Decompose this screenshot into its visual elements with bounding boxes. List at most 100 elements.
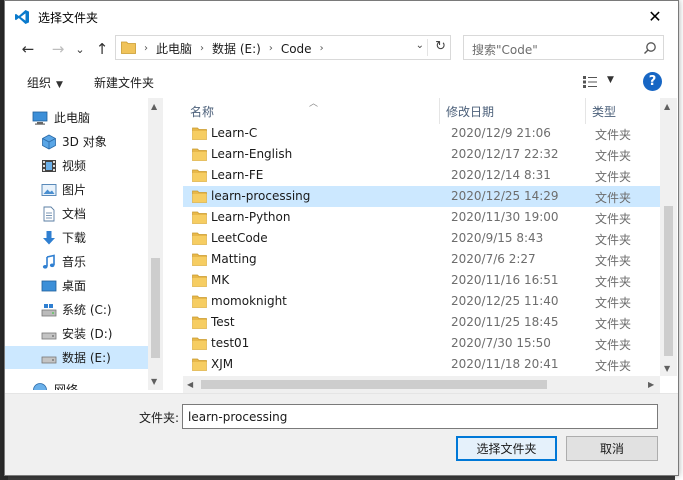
command-bar: 组织 ▼ 新建文件夹 ▼ ? [5, 67, 678, 97]
up-arrow-icon: ↑ [95, 40, 109, 58]
file-modified-date: 2020/11/25 18:45 [451, 315, 559, 329]
file-modified-date: 2020/12/14 8:31 [451, 168, 551, 182]
file-row[interactable]: Test 2020/11/25 18:45 文件夹 [183, 312, 661, 333]
folder-icon [192, 316, 207, 329]
breadcrumb-separator-icon: › [144, 43, 148, 54]
back-button[interactable]: ← [17, 38, 39, 60]
sidebar-item-this-pc[interactable]: 此电脑 [5, 106, 148, 129]
download-icon [43, 230, 55, 244]
file-name: momoknight [211, 294, 287, 308]
sidebar-item-label: 3D 对象 [62, 135, 107, 149]
file-list-horizontal-scrollbar[interactable]: ◀ ▶ [183, 376, 660, 393]
scroll-left-icon[interactable]: ◀ [187, 380, 193, 389]
file-row[interactable]: Learn-Python 2020/11/30 19:00 文件夹 [183, 207, 661, 228]
help-icon[interactable]: ? [643, 72, 662, 91]
file-row[interactable]: Learn-FE 2020/12/14 8:31 文件夹 [183, 165, 661, 186]
up-button[interactable]: ↑ [91, 38, 113, 60]
organize-button[interactable]: 组织 ▼ [27, 74, 63, 91]
file-list: ︿ 名称 修改日期 类型 Learn-C 2020/12/9 21:06 文件夹 Le… [183, 98, 663, 393]
scroll-right-icon[interactable]: ▶ [648, 380, 654, 389]
file-modified-date: 2020/12/17 22:32 [451, 147, 559, 161]
file-row[interactable]: XJM 2020/11/18 20:41 文件夹 [183, 354, 661, 375]
folder-icon [192, 169, 207, 182]
search-box[interactable]: 搜索"Code" [463, 35, 664, 60]
video-icon [42, 159, 56, 172]
file-name: MK [211, 273, 230, 287]
column-divider[interactable] [439, 98, 440, 124]
forward-button[interactable]: → [47, 38, 69, 60]
address-history-icon[interactable]: ⌄ [416, 40, 424, 51]
organize-label: 组织 [27, 76, 52, 90]
address-divider [427, 39, 428, 56]
sidebar-scroll-thumb[interactable] [151, 258, 160, 358]
file-row[interactable]: learn-processing 2020/12/25 14:29 文件夹 [183, 186, 661, 207]
folder-icon [192, 148, 207, 161]
sidebar-item-documents[interactable]: 文档 [5, 202, 148, 225]
breadcrumb-drive-e[interactable]: 数据 (E:) [212, 40, 261, 57]
sidebar-item-drive-d[interactable]: 安装 (D:) [5, 322, 148, 345]
file-name: Learn-English [211, 147, 293, 161]
new-folder-label: 新建文件夹 [94, 76, 155, 90]
file-row[interactable]: Matting 2020/7/6 2:27 文件夹 [183, 249, 661, 270]
file-row[interactable]: test01 2020/7/30 15:50 文件夹 [183, 333, 661, 354]
cancel-button[interactable]: 取消 [566, 436, 658, 461]
sidebar-item-label: 系统 (C:) [62, 303, 112, 317]
file-modified-date: 2020/7/30 15:50 [451, 336, 551, 350]
folder-icon [192, 358, 207, 371]
file-row[interactable]: Learn-C 2020/12/9 21:06 文件夹 [183, 123, 661, 144]
close-button[interactable]: ✕ [632, 1, 678, 32]
sidebar-item-network[interactable]: 网络 [5, 378, 148, 390]
breadcrumb-code[interactable]: Code [281, 42, 312, 56]
sidebar-item-music[interactable]: 音乐 [5, 250, 148, 273]
scroll-up-icon[interactable]: ▲ [664, 102, 670, 111]
address-bar[interactable]: › 此电脑 › 数据 (E:) › Code › ⌄ ↻ [115, 35, 451, 60]
file-type: 文件夹 [595, 128, 632, 142]
file-name: test01 [211, 336, 250, 350]
scroll-up-icon[interactable]: ▲ [151, 102, 157, 111]
horizontal-scroll-thumb[interactable] [201, 380, 547, 389]
network-icon [33, 382, 47, 390]
refresh-icon[interactable]: ↻ [435, 39, 446, 54]
view-options-icon[interactable] [582, 75, 598, 89]
sidebar-item-pictures[interactable]: 图片 [5, 178, 148, 201]
column-header-name[interactable]: 名称 [190, 98, 214, 124]
file-row[interactable]: LeetCode 2020/9/15 8:43 文件夹 [183, 228, 661, 249]
navigation-pane: 此电脑 3D 对象 视频 图片 文档 下载 音乐 桌面 系统 (C:) 安装 (… [5, 98, 163, 390]
file-row[interactable]: MK 2020/11/16 16:51 文件夹 [183, 270, 661, 291]
desktop-icon [41, 280, 57, 291]
view-caret-icon[interactable]: ▼ [607, 75, 614, 85]
column-header-modified[interactable]: 修改日期 [446, 98, 494, 124]
select-folder-button[interactable]: 选择文件夹 [456, 436, 557, 461]
documents-icon [43, 206, 55, 221]
sidebar-item-drive-c[interactable]: 系统 (C:) [5, 298, 148, 321]
breadcrumb-this-pc[interactable]: 此电脑 [156, 40, 192, 57]
folder-icon [192, 190, 207, 203]
sidebar-scrollbar[interactable]: ▲ ▼ [148, 98, 163, 390]
sidebar-item-3d-objects[interactable]: 3D 对象 [5, 130, 148, 153]
sidebar-item-downloads[interactable]: 下载 [5, 226, 148, 249]
sidebar-item-desktop[interactable]: 桌面 [5, 274, 148, 297]
scroll-down-icon[interactable]: ▼ [151, 377, 157, 386]
scroll-down-icon[interactable]: ▼ [664, 364, 670, 373]
file-modified-date: 2020/12/25 14:29 [451, 189, 559, 203]
file-row[interactable]: momoknight 2020/12/25 11:40 文件夹 [183, 291, 661, 312]
file-row[interactable]: Learn-English 2020/12/17 22:32 文件夹 [183, 144, 661, 165]
recent-locations-button[interactable]: ⌄ [69, 38, 91, 60]
file-list-vertical-scrollbar[interactable]: ▲ ▼ [660, 98, 677, 376]
column-header-type[interactable]: 类型 [592, 98, 616, 124]
sidebar-item-label: 文档 [62, 207, 87, 221]
file-type: 文件夹 [595, 296, 632, 310]
sidebar-item-label: 此电脑 [54, 111, 91, 125]
vertical-scroll-thumb[interactable] [664, 206, 673, 356]
file-name: XJM [211, 357, 234, 371]
navigation-bar: ← → ⌄ ↑ › 此电脑 › 数据 (E:) › Code › ⌄ ↻ 搜索"… [5, 34, 678, 62]
column-divider[interactable] [585, 98, 586, 124]
breadcrumb-separator-icon: › [200, 43, 205, 54]
folder-name-input[interactable] [182, 404, 658, 429]
new-folder-button[interactable]: 新建文件夹 [94, 74, 154, 91]
sidebar-item-label: 数据 (E:) [62, 351, 111, 365]
sort-ascending-icon: ︿ [309, 99, 319, 109]
sidebar-item-videos[interactable]: 视频 [5, 154, 148, 177]
sidebar-item-drive-e[interactable]: 数据 (E:) [5, 346, 148, 369]
file-type: 文件夹 [595, 338, 632, 352]
